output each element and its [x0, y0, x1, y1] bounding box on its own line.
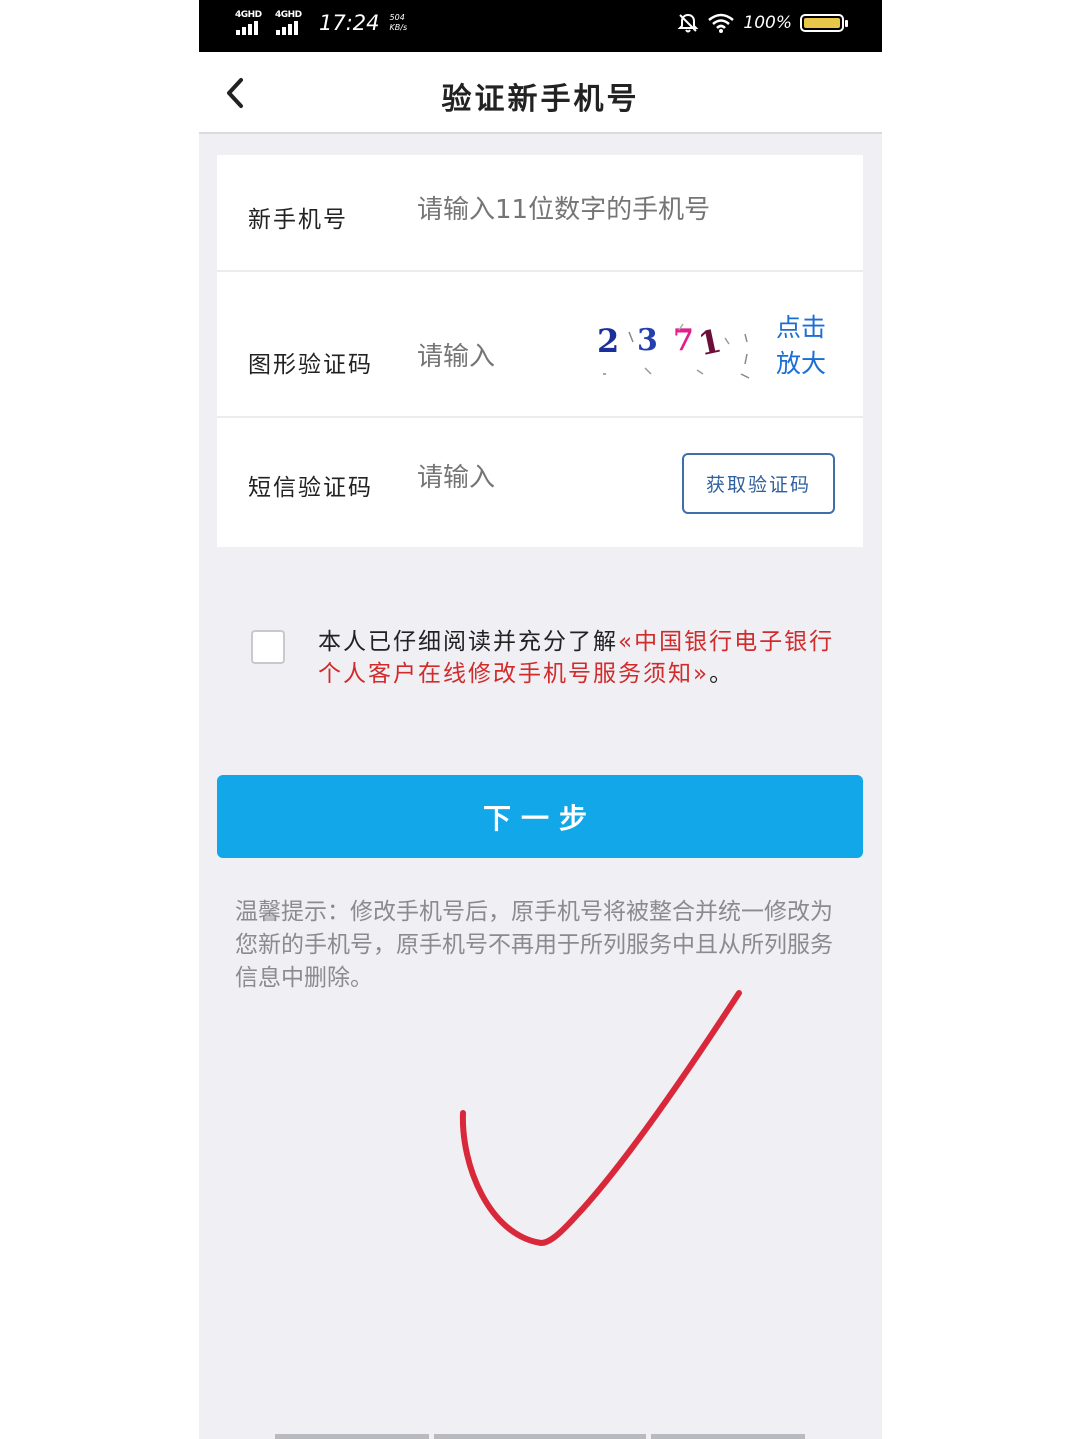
captcha-zoom-line2: 放大: [776, 349, 827, 378]
captcha-digit: 2: [597, 322, 619, 360]
agreement-prefix: 本人已仔细阅读并充分了解: [318, 629, 618, 655]
sms-row: 短信验证码 获取验证码: [217, 418, 863, 547]
captcha-zoom-line1: 点击: [776, 313, 827, 342]
bottom-bar-segment: [434, 1434, 646, 1439]
agreement-text: 本人已仔细阅读并充分了解«中国银行电子银行个人客户在线修改手机号服务须知»。: [318, 626, 838, 690]
page-title: 验证新手机号: [441, 82, 640, 117]
wifi-icon: [708, 13, 735, 33]
phone-row: 新手机号: [217, 155, 863, 272]
bottom-bar-segment: [275, 1434, 429, 1439]
network-speed: 504 KB/s: [389, 13, 408, 32]
captcha-digit: 1: [695, 321, 725, 363]
phone-input[interactable]: [417, 195, 837, 225]
status-bar: 4GHD 4GHD 17:24 504 KB/s 100%: [199, 0, 882, 52]
sms-label: 短信验证码: [248, 475, 373, 501]
mute-icon: [677, 13, 699, 33]
get-sms-code-button[interactable]: 获取验证码: [682, 453, 835, 514]
battery-percent: 100%: [743, 13, 792, 33]
signal-icon: 4GHD: [235, 10, 267, 36]
status-time: 17:24: [319, 11, 380, 35]
signal-icon: 4GHD: [275, 10, 307, 36]
captcha-image[interactable]: 2 3 7 1: [593, 310, 763, 380]
agreement-checkbox[interactable]: [251, 630, 285, 664]
nav-bar: 验证新手机号: [199, 52, 882, 134]
next-step-button[interactable]: 下一步: [217, 775, 863, 858]
phone-screen: 4GHD 4GHD 17:24 504 KB/s 100% 验证新手机号 新手机…: [199, 0, 882, 1439]
captcha-row: 图形验证码 2 3 7 1 点击 放大: [217, 272, 863, 418]
warm-tip: 温馨提示：修改手机号后，原手机号将被整合并统一修改为您新的手机号，原手机号不再用…: [235, 899, 833, 991]
captcha-digit: 7: [673, 323, 694, 358]
battery-icon: [800, 14, 848, 32]
bottom-bar-segment: [651, 1434, 805, 1439]
sms-code-input[interactable]: [417, 463, 567, 493]
captcha-zoom-link[interactable]: 点击 放大: [776, 310, 836, 382]
checkmark-annotation: [459, 990, 742, 1246]
captcha-input[interactable]: [417, 342, 567, 372]
agreement-suffix: 。: [709, 661, 735, 687]
captcha-label: 图形验证码: [248, 352, 373, 378]
phone-label: 新手机号: [248, 207, 348, 233]
verification-form: 新手机号 图形验证码 2 3 7 1 点击: [217, 155, 863, 547]
captcha-digit: 3: [637, 323, 658, 358]
